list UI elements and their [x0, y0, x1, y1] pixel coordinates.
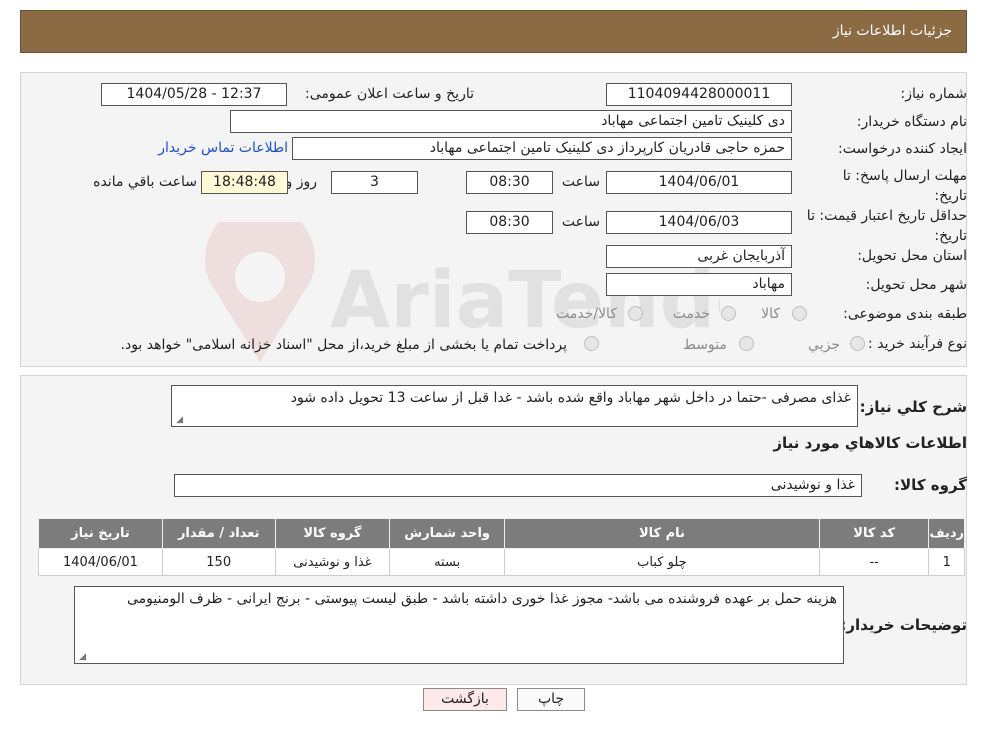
th-quantity: تعداد / مقدار — [161, 518, 276, 549]
process-radio-treasury[interactable] — [584, 336, 599, 351]
th-name: نام کالا — [504, 518, 820, 549]
process-option-minor: جزیي — [808, 337, 840, 353]
deadline-date-field: 1404/06/01 — [606, 171, 792, 194]
table-row: 1 -- چلو کباب بسته غذا و نوشیدنی 150 140… — [38, 548, 965, 576]
deadline-time-field: 08:30 — [466, 171, 553, 194]
deadline-label: مهلت ارسال پاسخ: تا تاریخ: — [842, 168, 967, 204]
validity-time-label: ساعت — [561, 214, 600, 230]
validity-time-field: 08:30 — [466, 211, 553, 234]
cell-row: 1 — [928, 548, 965, 576]
process-radio-minor[interactable] — [850, 336, 865, 351]
buyer-contact-link[interactable]: اطلاعات تماس خریدار — [158, 140, 288, 156]
announce-label: تاریخ و ساعت اعلان عمومی: — [305, 86, 474, 102]
process-radio-medium[interactable] — [739, 336, 754, 351]
cell-code: -- — [818, 548, 930, 576]
process-note: پرداخت تمام یا بخشی از مبلغ خرید،از محل … — [120, 337, 567, 353]
province-label: استان محل تحویل: — [857, 248, 967, 264]
need-number-field: 1104094428000011 — [606, 83, 792, 106]
print-button[interactable]: چاپ — [517, 688, 585, 711]
description-text: غذای مصرفی -حتما در داخل شهر مهاباد واقع… — [290, 390, 851, 406]
days-label: روز و — [285, 174, 318, 190]
process-label: نوع فرآیند خرید : — [868, 336, 967, 352]
resize-grip-icon[interactable]: ◢ — [174, 416, 183, 425]
cell-name: چلو کباب — [504, 548, 820, 576]
validity-date-field: 1404/06/03 — [606, 211, 792, 234]
category-radio-service[interactable] — [721, 306, 736, 321]
resize-grip-icon[interactable]: ◢ — [77, 653, 86, 662]
notes-label: توضیحات خریدار: — [840, 616, 967, 634]
page-title: جزئیات اطلاعات نیاز — [832, 23, 952, 39]
category-option-goods: کالا — [761, 306, 780, 322]
validity-label: حداقل تاریخ اعتبار قیمت: تا تاریخ: — [806, 208, 967, 244]
days-field: 3 — [331, 171, 418, 194]
page-header: جزئیات اطلاعات نیاز — [20, 10, 967, 53]
deadline-time-label: ساعت — [561, 174, 600, 190]
category-option-service: خدمت — [672, 306, 710, 322]
cell-unit: بسته — [389, 548, 505, 576]
back-button[interactable]: بازگشت — [423, 688, 507, 711]
th-unit: واحد شمارش — [389, 518, 505, 549]
province-field: آذربایجان غربی — [606, 245, 792, 268]
remaining-time-label: ساعت باقي مانده — [93, 174, 197, 190]
group-label: گروه کالا: — [894, 476, 967, 494]
announce-field: 1404/05/28 - 12:37 — [101, 83, 287, 106]
cell-group: غذا و نوشیدنی — [274, 548, 391, 576]
notes-textarea[interactable]: هزینه حمل بر عهده فروشنده می باشد- مجوز … — [74, 586, 844, 664]
city-label: شهر محل تحویل: — [865, 277, 967, 293]
th-date: تاریخ نیاز — [38, 518, 163, 549]
category-option-goods-service: کالا/خدمت — [556, 306, 617, 322]
th-code: کد کالا — [818, 518, 930, 549]
cell-date: 1404/06/01 — [38, 548, 163, 576]
process-option-medium: متوسط — [683, 337, 727, 353]
buyer-org-field: دی کلینیک تامین اجتماعی مهاباد — [230, 110, 792, 133]
items-table-wrapper: ردیف کد کالا نام کالا واحد شمارش گروه کا… — [38, 518, 965, 576]
items-table: ردیف کد کالا نام کالا واحد شمارش گروه کا… — [38, 518, 965, 576]
th-group: گروه کالا — [274, 518, 391, 549]
need-number-label: شماره نیاز: — [900, 86, 968, 102]
cell-quantity: 150 — [161, 548, 276, 576]
creator-field: حمزه حاجی قادریان کارپرداز دی کلینیک تام… — [292, 137, 792, 160]
buyer-org-label: نام دستگاه خریدار: — [856, 114, 967, 130]
creator-label: ایجاد کننده درخواست: — [838, 141, 967, 157]
th-row: ردیف — [928, 518, 965, 549]
remaining-time-field: 18:48:48 — [201, 171, 288, 194]
description-textarea[interactable]: غذای مصرفی -حتما در داخل شهر مهاباد واقع… — [171, 385, 858, 427]
description-label: شرح کلي نیاز: — [859, 398, 967, 416]
category-label: طبقه بندی موضوعی: — [843, 306, 967, 322]
city-field: مهاباد — [606, 273, 792, 296]
category-radio-goods[interactable] — [792, 306, 807, 321]
group-field: غذا و نوشیدنی — [174, 474, 862, 497]
category-radio-goods-service[interactable] — [628, 306, 643, 321]
notes-text: هزینه حمل بر عهده فروشنده می باشد- مجوز … — [127, 591, 837, 607]
items-section-title: اطلاعات کالاهاي مورد نیاز — [773, 434, 967, 452]
